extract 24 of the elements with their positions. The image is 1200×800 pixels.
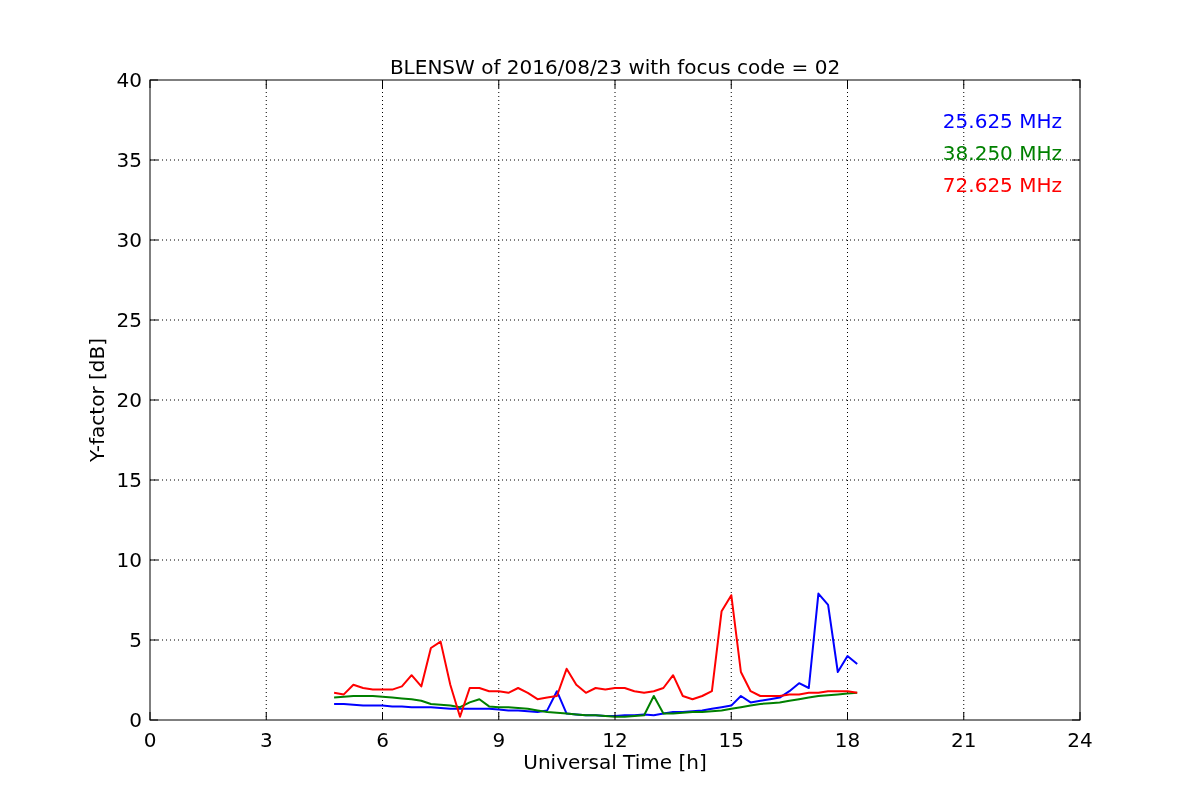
axis-label: Universal Time [h] [523,750,707,774]
legend-label: 38.250 MHz [942,141,1062,165]
tick-label: 12 [602,728,628,752]
tick-label: 15 [718,728,744,752]
tick-label: 6 [376,728,389,752]
tick-label: 18 [834,728,861,752]
legend-label: 25.625 MHz [942,109,1062,133]
tick-label: 24 [1067,728,1093,752]
tick-label: 3 [259,728,273,752]
tick-label: 25 [116,308,142,332]
axis-label: Y-factor [dB] [85,338,109,462]
tick-label: 35 [116,148,142,172]
tick-label: 10 [116,548,142,572]
tick-label: 9 [492,728,506,752]
tick-label: 30 [116,228,142,252]
tick-label: 15 [116,468,142,492]
tick-label: 20 [116,388,142,412]
legend-label: 72.625 MHz [942,173,1062,197]
tick-label: 40 [116,68,142,92]
tick-label: 0 [143,728,157,752]
tick-label: 5 [129,628,142,652]
tick-label: 0 [129,708,142,732]
tick-label: 21 [951,728,977,752]
chart-title: BLENSW of 2016/08/23 with focus code = 02 [389,55,841,79]
